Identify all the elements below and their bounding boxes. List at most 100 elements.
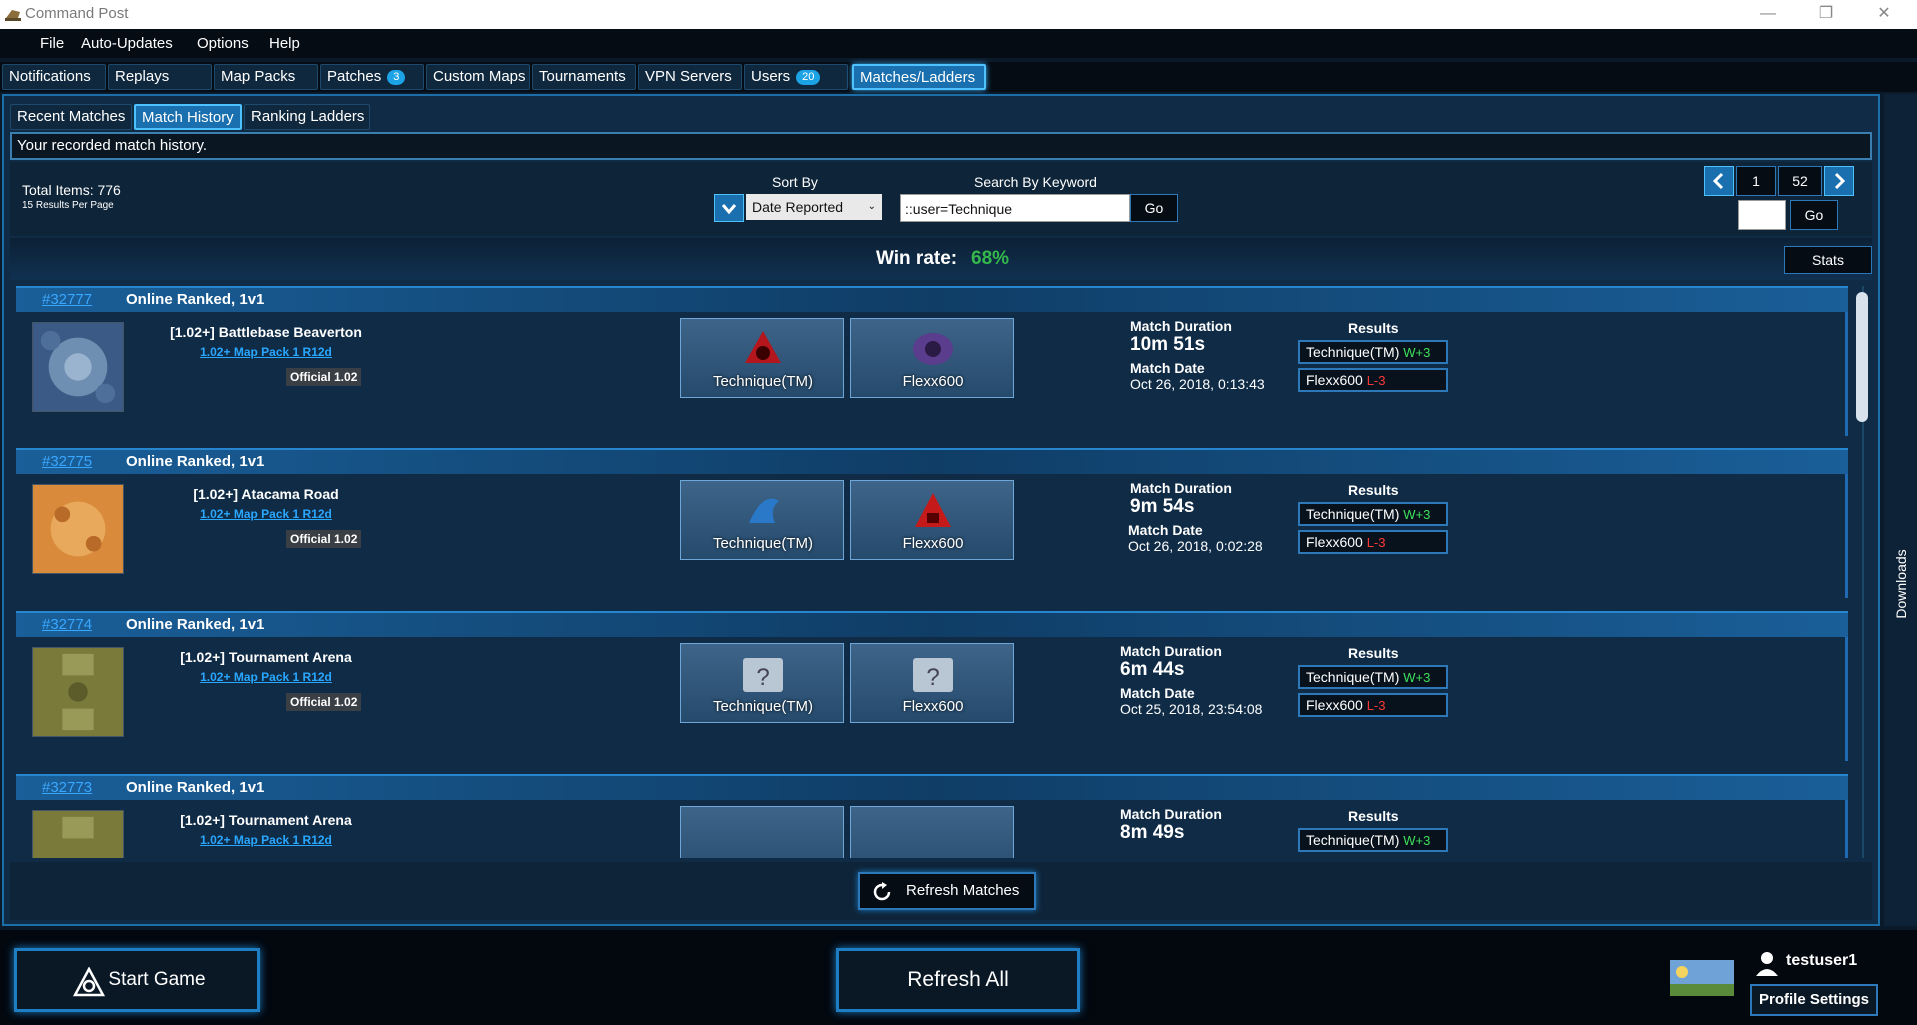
map-thumbnail[interactable] [32, 647, 124, 737]
win-rate-value: 68% [971, 248, 1010, 269]
match-id-link[interactable]: #32774 [42, 616, 92, 633]
map-name: [1.02+] Tournament Arena [180, 649, 352, 665]
subtab-match-history[interactable]: Match History [134, 104, 242, 130]
menu-bar: File Auto-Updates Options Help [0, 29, 1917, 58]
date-label: Match Date [1120, 685, 1195, 701]
map-pack-link[interactable]: 1.02+ Map Pack 1 R12d [156, 345, 376, 359]
map-name: [1.02+] Battlebase Beaverton [170, 324, 362, 340]
match-id-link[interactable]: #32777 [42, 291, 92, 308]
player-two-button[interactable]: ? Flexx600 [850, 643, 1014, 723]
patch-badge: Official 1.02 [286, 530, 362, 548]
tab-notifications[interactable]: Notifications [2, 64, 106, 90]
total-pages: 52 [1778, 166, 1822, 196]
match-item: #32777 Online Ranked, 1v1 [1.02+] Battle… [16, 286, 1848, 444]
match-header: #32775 Online Ranked, 1v1 [16, 448, 1848, 474]
subtab-recent-matches[interactable]: Recent Matches [10, 104, 132, 130]
match-id-link[interactable]: #32773 [42, 779, 92, 796]
search-go-button[interactable]: Go [1130, 194, 1178, 222]
tab-users[interactable]: Users 20 [744, 64, 848, 90]
users-count-badge: 20 [796, 70, 821, 85]
restore-button[interactable]: ❐ [1806, 2, 1846, 26]
player-one-button[interactable]: Technique(TM) [680, 480, 844, 560]
player-two-button[interactable]: Flexx600 [850, 318, 1014, 398]
map-pack-link[interactable]: 1.02+ Map Pack 1 R12d [156, 670, 376, 684]
nod-faction-icon [915, 493, 951, 527]
player-one-button[interactable] [680, 806, 844, 858]
match-item: #32773 Online Ranked, 1v1 [1.02+] Tourna… [16, 774, 1848, 858]
prev-page-button[interactable] [1704, 166, 1734, 196]
match-header: #32777 Online Ranked, 1v1 [16, 286, 1848, 312]
refresh-icon [873, 882, 891, 901]
map-pack-link[interactable]: 1.02+ Map Pack 1 R12d [156, 833, 376, 847]
duration-label: Match Duration [1130, 480, 1232, 496]
map-thumbnail[interactable] [32, 810, 124, 858]
result-row: Flexx600 L-3 [1298, 693, 1448, 717]
player-two-button[interactable] [850, 806, 1014, 858]
stats-button[interactable]: Stats [1784, 246, 1872, 274]
page-go-button[interactable]: Go [1790, 200, 1838, 230]
player-one-button[interactable]: ? Technique(TM) [680, 643, 844, 723]
win-rate-row: Win rate: 68% Stats [10, 238, 1872, 280]
profile-settings-button[interactable]: Profile Settings [1750, 984, 1878, 1016]
map-thumbnail[interactable] [32, 484, 124, 574]
duration-label: Match Duration [1120, 643, 1222, 659]
tab-map-packs[interactable]: Map Packs [214, 64, 318, 90]
scrollbar-thumb[interactable] [1856, 292, 1868, 422]
chevron-down-icon [721, 204, 737, 215]
menu-help[interactable]: Help [269, 35, 300, 52]
page-jump-input[interactable] [1738, 200, 1786, 230]
menu-file[interactable]: File [40, 35, 64, 52]
start-game-button[interactable]: Start Game [14, 948, 260, 1012]
sort-direction-button[interactable] [714, 194, 744, 222]
close-button[interactable]: ✕ [1864, 2, 1904, 26]
map-pack-link[interactable]: 1.02+ Map Pack 1 R12d [156, 507, 376, 521]
window-title: Command Post [25, 5, 129, 22]
dropdown-arrow-icon: ⌄ [867, 201, 876, 212]
refresh-all-button[interactable]: Refresh All [836, 948, 1080, 1012]
results-label: Results [1348, 320, 1399, 336]
map-thumbnail[interactable] [32, 322, 124, 412]
duration-value: 10m 51s [1130, 334, 1206, 355]
minimize-button[interactable]: — [1748, 2, 1788, 26]
unknown-faction-icon: ? [913, 658, 953, 692]
match-body: [1.02+] Battlebase Beaverton 1.02+ Map P… [16, 312, 1848, 436]
match-type: Online Ranked, 1v1 [126, 616, 265, 633]
page-description: Your recorded match history. [10, 132, 1872, 160]
match-header: #32773 Online Ranked, 1v1 [16, 774, 1848, 800]
current-page-field[interactable]: 1 [1736, 166, 1776, 196]
title-bar: Command Post — ❐ ✕ [0, 0, 1917, 29]
svg-text:Downloads: Downloads [1893, 549, 1909, 618]
sort-label: Sort By [772, 174, 818, 190]
result-row: Technique(TM) W+3 [1298, 665, 1448, 689]
gdi-faction-icon [745, 331, 781, 363]
player-one-button[interactable]: Technique(TM) [680, 318, 844, 398]
tab-matches-ladders[interactable]: Matches/Ladders [852, 64, 986, 90]
downloads-sidebar[interactable]: Downloads [1884, 94, 1917, 926]
match-item: #32775 Online Ranked, 1v1 [1.02+] Atacam… [16, 448, 1848, 606]
results-label: Results [1348, 482, 1399, 498]
sort-select[interactable]: Date Reported ⌄ [746, 194, 882, 220]
chevron-right-icon [1834, 172, 1846, 190]
tab-patches[interactable]: Patches 3 [320, 64, 424, 90]
tab-replays[interactable]: Replays [108, 64, 212, 90]
tab-vpn-servers[interactable]: VPN Servers [638, 64, 742, 90]
scrin-faction-icon [913, 333, 953, 365]
result-row: Flexx600 L-3 [1298, 368, 1448, 392]
menu-auto-updates[interactable]: Auto-Updates [81, 35, 173, 52]
date-value: Oct 25, 2018, 23:54:08 [1120, 701, 1263, 717]
refresh-matches-button[interactable]: Refresh Matches [858, 872, 1036, 910]
downloads-label: Downloads [1893, 549, 1909, 618]
subtab-ranking-ladders[interactable]: Ranking Ladders [244, 104, 370, 130]
list-footer: Refresh Matches [10, 862, 1872, 920]
date-value: Oct 26, 2018, 0:13:43 [1130, 376, 1265, 392]
match-id-link[interactable]: #32775 [42, 453, 92, 470]
tab-tournaments[interactable]: Tournaments [532, 64, 636, 90]
tab-custom-maps[interactable]: Custom Maps [426, 64, 530, 90]
map-name: [1.02+] Atacama Road [193, 486, 339, 502]
menu-options[interactable]: Options [197, 35, 249, 52]
date-label: Match Date [1128, 522, 1203, 538]
next-page-button[interactable] [1824, 166, 1854, 196]
player-two-button[interactable]: Flexx600 [850, 480, 1014, 560]
search-input[interactable]: ::user=Technique [900, 194, 1130, 222]
username: testuser1 [1786, 952, 1858, 969]
